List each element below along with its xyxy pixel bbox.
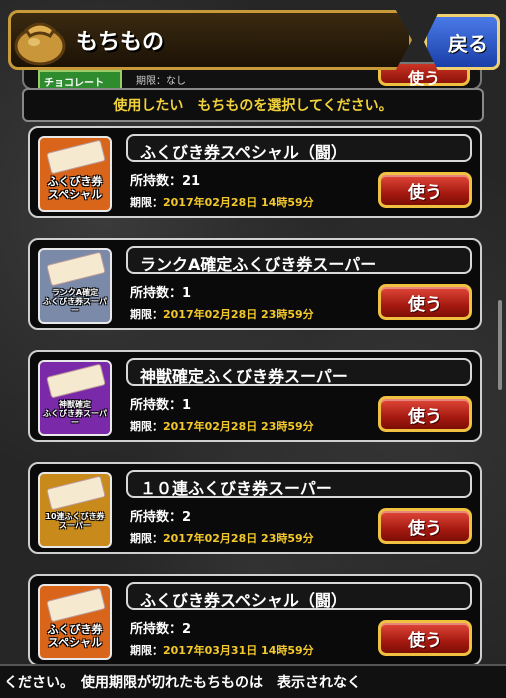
item-card[interactable]: 10連ふくびき券 スーパー １０連ふくびき券スーパー所持数：2 期限：2017年02月… [28, 462, 482, 554]
partial-item-expiry: 期限：なし [136, 76, 186, 87]
ticket-icon: ふくびき券 スペシャル [38, 584, 112, 660]
partial-item-icon: チョコレート [38, 70, 122, 88]
instruction-banner: 使用したい もちものを選択してください。 [22, 88, 484, 122]
use-button[interactable]: 使う [378, 508, 472, 544]
footer-ticker: ください。 使用期限が切れたもちものは 表示されなく [0, 664, 506, 698]
ticket-icon: 10連ふくびき券 スーパー [38, 472, 112, 548]
scrollbar[interactable] [498, 300, 502, 390]
back-button[interactable]: 戻る [424, 14, 500, 70]
header-bar [8, 10, 412, 70]
item-name: ふくびき券スペシャル（闘） [126, 582, 472, 610]
ticket-label: ふくびき券 スペシャル [47, 175, 103, 201]
item-expiry: 期限：2017年02月28日 23時59分 [130, 532, 314, 545]
ticket-icon: 神獣確定 ふくびき券スーパー [38, 360, 112, 436]
ticket-label: 神獣確定 ふくびき券スーパー [43, 400, 107, 428]
ticket-label: ふくびき券 スペシャル [47, 623, 103, 649]
item-name: １０連ふくびき券スーパー [126, 470, 472, 498]
use-button[interactable]: 使う [378, 172, 472, 208]
ticket-stub-graphic [46, 363, 106, 399]
use-button[interactable]: 使う [378, 620, 472, 656]
item-name: ふくびき券スペシャル（闘） [126, 134, 472, 162]
item-quantity: 所持数：21 [130, 174, 201, 189]
ticket-label: 10連ふくびき券 スーパー [45, 512, 105, 531]
item-card[interactable]: ランクA確定 ふくびき券スーパー ランクA確定ふくびき券スーパー 所持数：1 期限：20… [28, 238, 482, 330]
item-name: ランクA確定ふくびき券スーパー [126, 246, 472, 274]
bag-icon [12, 16, 68, 66]
item-quantity: 所持数：2 [130, 622, 192, 637]
item-expiry: 期限：2017年03月31日 14時59分 [130, 644, 314, 657]
item-quantity: 所持数：1 [130, 286, 192, 301]
ticket-stub-graphic [46, 139, 106, 175]
item-quantity: 所持数：2 [130, 510, 192, 525]
page-title: もちもの [76, 30, 165, 55]
ticket-stub-graphic [46, 251, 106, 287]
item-expiry: 期限：2017年02月28日 23時59分 [130, 420, 314, 433]
item-name: 神獣確定ふくびき券スーパー [126, 358, 472, 386]
use-button[interactable]: 使う [378, 396, 472, 432]
ticket-label: ランクA確定 ふくびき券スーパー [43, 288, 107, 316]
ticket-icon: ふくびき券 スペシャル [38, 136, 112, 212]
item-card[interactable]: 神獣確定 ふくびき券スーパー 神獣確定ふくびき券スーパー 所持数：1 期限：2017年0… [28, 350, 482, 442]
item-card[interactable]: ふくびき券 スペシャル ふくびき券スペシャル（闘） 所持数：2 期限：2017年03月3… [28, 574, 482, 666]
ticket-stub-graphic [46, 475, 106, 511]
use-button[interactable]: 使う [378, 284, 472, 320]
item-expiry: 期限：2017年02月28日 23時59分 [130, 308, 314, 321]
item-card[interactable]: ふくびき券 スペシャル ふくびき券スペシャル（闘） 所持数：21 期限：2017年02月… [28, 126, 482, 218]
item-expiry: 期限：2017年02月28日 14時59分 [130, 196, 314, 209]
ticket-stub-graphic [46, 587, 106, 623]
ticket-icon: ランクA確定 ふくびき券スーパー [38, 248, 112, 324]
item-quantity: 所持数：1 [130, 398, 192, 413]
